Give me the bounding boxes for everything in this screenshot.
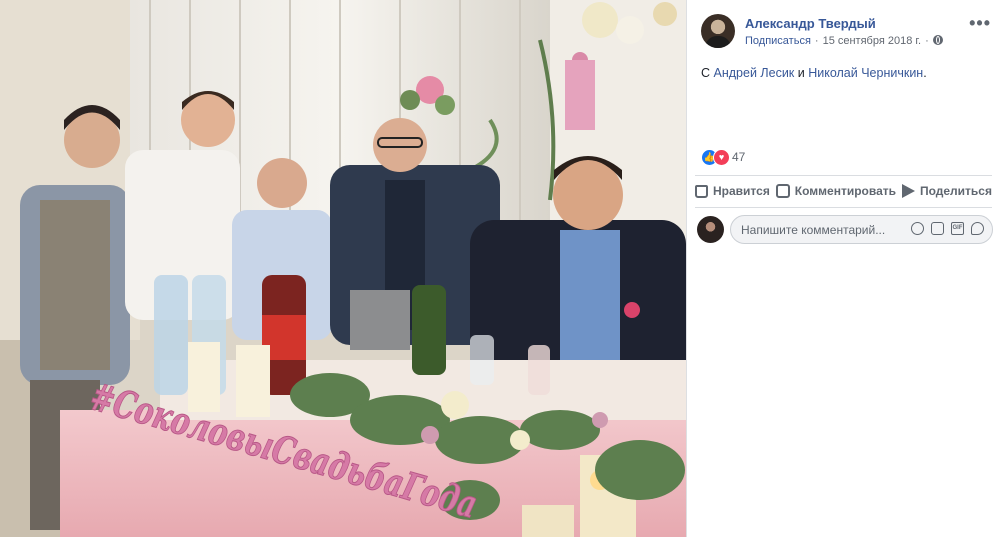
tagline-conj: и xyxy=(797,66,805,80)
divider xyxy=(695,207,992,208)
action-bar: Нравится Комментировать Поделиться xyxy=(693,178,994,204)
camera-icon[interactable] xyxy=(931,222,944,235)
gif-icon[interactable]: GIF xyxy=(951,222,964,235)
like-button[interactable]: Нравится xyxy=(693,178,772,204)
sticker-icon[interactable] xyxy=(971,222,984,235)
wedding-photo-illustration: #СоколовыСвадьбаГода xyxy=(0,0,686,537)
comment-label: Комментировать xyxy=(794,184,897,198)
comment-tools: GIF xyxy=(911,222,984,235)
post-header: Александр Твердый Подписаться · 15 сентябр… xyxy=(701,14,991,54)
more-icon[interactable]: ••• xyxy=(969,14,991,32)
tagline-prefix: С xyxy=(701,66,711,80)
follow-link[interactable]: Подписаться xyxy=(745,35,811,47)
meta-separator: · xyxy=(925,35,929,47)
share-icon xyxy=(901,184,915,198)
comment-composer: Напишите комментарий... GIF xyxy=(697,214,993,246)
viewer-avatar xyxy=(697,216,724,243)
like-icon xyxy=(695,184,708,198)
share-button[interactable]: Поделиться xyxy=(900,178,994,204)
emoji-icon[interactable] xyxy=(911,222,924,235)
tagged-person-link[interactable]: Николай Черничкин xyxy=(808,66,923,80)
reaction-count: 47 xyxy=(732,150,746,164)
comment-input[interactable]: Напишите комментарий... GIF xyxy=(730,215,993,244)
comment-placeholder: Напишите комментарий... xyxy=(741,223,886,237)
author-name[interactable]: Александр Твердый xyxy=(745,16,876,31)
post-sidebar: Александр Твердый Подписаться · 15 сентябр… xyxy=(686,0,1000,537)
share-label: Поделиться xyxy=(919,184,992,198)
comment-icon xyxy=(775,184,790,198)
post-photo[interactable]: #СоколовыСвадьбаГода xyxy=(0,0,686,537)
love-reaction-icon: ♥ xyxy=(713,149,730,166)
meta-separator: · xyxy=(814,35,819,47)
comment-button[interactable]: Комментировать xyxy=(774,178,898,204)
tagline-suffix: . xyxy=(923,66,927,80)
like-label: Нравится xyxy=(713,184,770,198)
divider xyxy=(695,175,992,176)
tagged-people: С Андрей Лесик и Николай Черничкин. xyxy=(701,66,927,80)
author-avatar[interactable] xyxy=(701,14,735,48)
globe-icon xyxy=(932,35,943,45)
tagged-person-link[interactable]: Андрей Лесик xyxy=(714,66,795,80)
post-date[interactable]: 15 сентября 2018 г. xyxy=(823,35,922,47)
post-meta: Подписаться · 15 сентября 2018 г. · xyxy=(745,35,943,47)
